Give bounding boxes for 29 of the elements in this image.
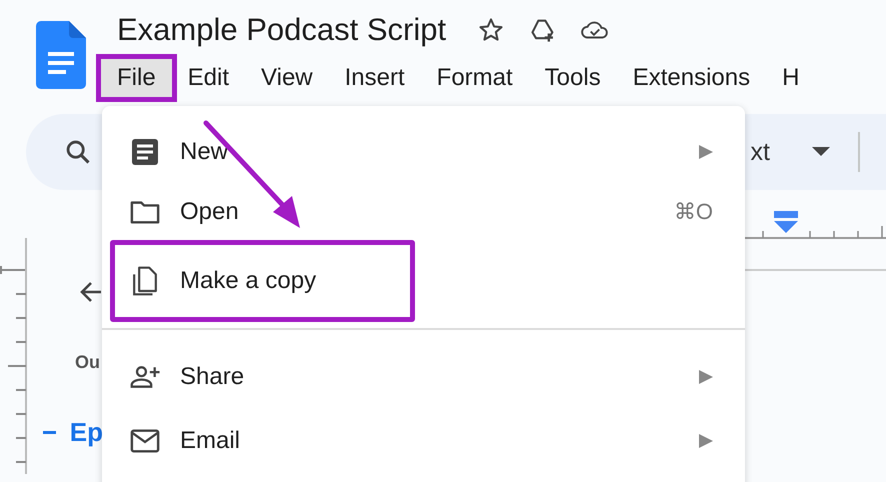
outline-label: Ou	[75, 352, 101, 373]
menu-item[interactable]: H	[766, 54, 816, 102]
menu-item[interactable]: View	[245, 54, 329, 102]
search-icon[interactable]	[64, 138, 92, 166]
menu-item[interactable]: Tools	[528, 54, 617, 102]
keyboard-shortcut: ⌘O	[674, 199, 713, 225]
menu-item[interactable]: File	[96, 54, 177, 102]
outline-heading[interactable]: Ep	[70, 417, 103, 448]
menu-item[interactable]: Extensions	[616, 54, 766, 102]
copy-icon	[130, 266, 160, 296]
menu-option[interactable]: Open ⌘O	[102, 184, 745, 240]
menu-option[interactable]: New	[102, 120, 745, 184]
menu-option-label: Open	[180, 198, 239, 226]
menu-option[interactable]: Share	[102, 345, 745, 409]
menu-option-label: New	[180, 138, 228, 166]
document-icon[interactable]	[36, 21, 86, 89]
heading-dash-icon	[43, 431, 56, 434]
document-title[interactable]: Example Podcast Script	[117, 12, 446, 48]
caret-icon[interactable]	[812, 147, 830, 157]
menu-option-label: Make a copy	[180, 267, 316, 295]
menu-option[interactable]: Email	[102, 409, 745, 473]
back-arrow-icon[interactable]	[79, 280, 103, 304]
menu-item[interactable]: Insert	[328, 54, 421, 102]
menu-option[interactable]: Make a copy	[110, 240, 415, 322]
menu-option-label: Share	[180, 363, 244, 391]
menu-option-label: Email	[180, 427, 240, 455]
document-icon	[130, 137, 160, 167]
style-dropdown[interactable]: xt	[750, 138, 770, 166]
menu-item[interactable]: Format	[420, 54, 529, 102]
